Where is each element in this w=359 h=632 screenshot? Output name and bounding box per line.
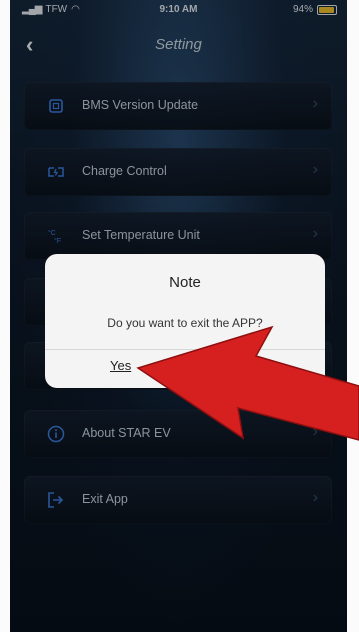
menu-item-label: Exit App: [82, 492, 128, 506]
menu-item-charge-control[interactable]: Charge Control ›: [24, 148, 332, 196]
temperature-unit-icon: °C °F: [46, 226, 66, 246]
battery-level: [319, 6, 335, 13]
exit-confirm-dialog: Note Do you want to exit the APP? Yes No: [45, 254, 325, 388]
yes-button[interactable]: Yes: [110, 358, 131, 373]
chevron-right-icon: ›: [312, 95, 318, 112]
page-title: Setting: [155, 36, 202, 53]
charge-control-icon: [46, 162, 66, 182]
chevron-right-icon: ›: [312, 161, 318, 178]
menu-item-set-temperature-unit[interactable]: °C °F Set Temperature Unit ›: [24, 212, 332, 260]
chevron-right-icon: ›: [312, 489, 318, 506]
status-bar: ▂▄▆ TFW ◠ 9:10 AM 94%: [10, 0, 347, 22]
battery-percent: 94%: [292, 4, 313, 15]
battery-icon: [317, 4, 337, 15]
bms-update-icon: [46, 96, 66, 116]
chevron-right-icon: ›: [312, 225, 318, 242]
menu-item-label: Set Temperature Unit: [82, 228, 200, 242]
svg-text:°C: °C: [48, 229, 56, 237]
header: ‹ Setting: [10, 26, 347, 62]
chevron-right-icon: ›: [312, 423, 318, 440]
menu-item-label: About STAR EV: [82, 426, 171, 440]
exit-icon: [46, 490, 66, 510]
menu-item-exit-app[interactable]: Exit App ›: [24, 476, 332, 524]
menu-item-about-star-ev[interactable]: About STAR EV ›: [24, 410, 332, 458]
dialog-message: Do you want to exit the APP?: [107, 316, 263, 330]
no-button[interactable]: No: [249, 358, 266, 373]
dialog-divider: [45, 349, 325, 350]
menu-item-bms-version-update[interactable]: BMS Version Update ›: [24, 82, 332, 130]
status-right: 94%: [293, 4, 337, 15]
menu-item-label: BMS Version Update: [82, 98, 199, 112]
menu-item-label: Charge Control: [82, 164, 167, 178]
dialog-title: Note: [169, 274, 201, 291]
info-icon: [46, 424, 66, 444]
svg-text:°F: °F: [54, 237, 61, 245]
